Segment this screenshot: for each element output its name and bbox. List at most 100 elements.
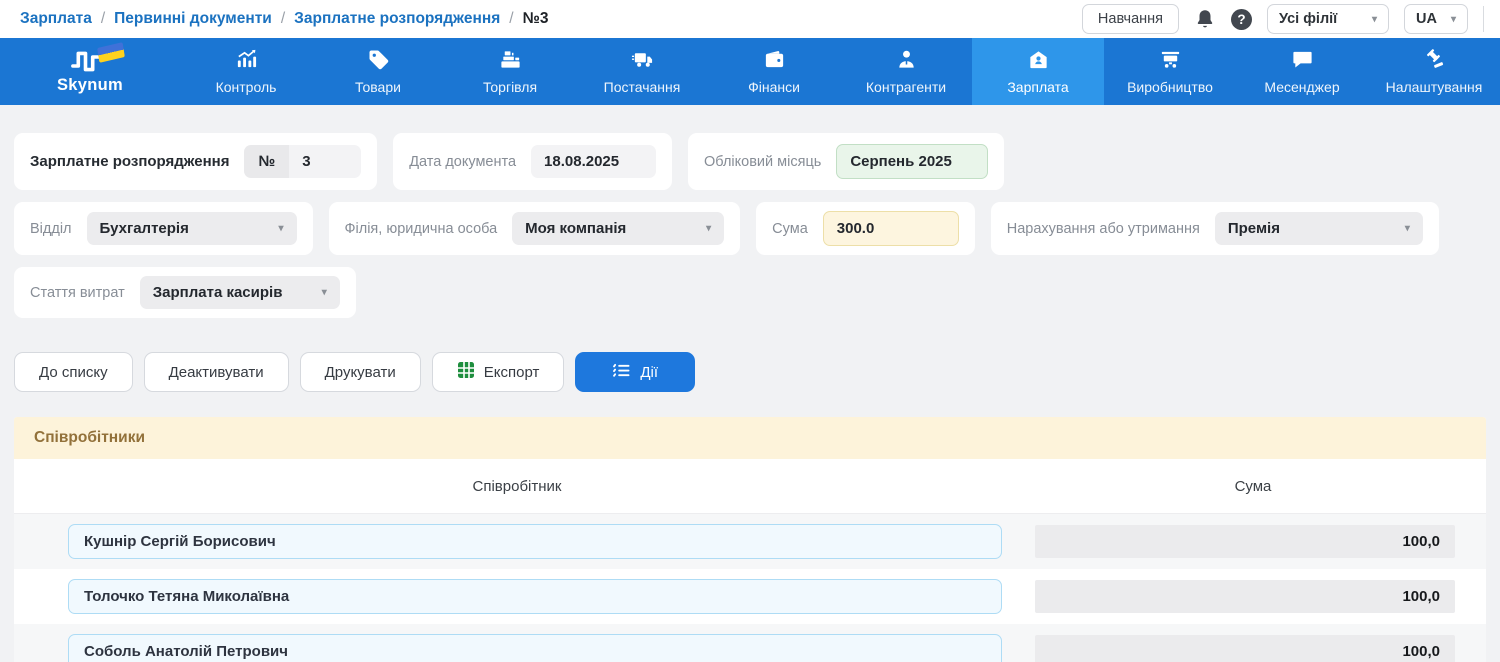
- column-header-sum: Сума: [1020, 478, 1486, 495]
- department-value: Бухгалтерія: [100, 220, 189, 237]
- print-button[interactable]: Друкувати: [300, 352, 421, 392]
- nav-item-production[interactable]: Виробництво: [1104, 38, 1236, 105]
- cash-register-icon: [499, 48, 522, 74]
- nav-item-label: Контрагенти: [866, 79, 946, 95]
- employees-table-header: Співробітник Сума: [14, 459, 1486, 514]
- employee-name-input[interactable]: Кушнір Сергій Борисович: [68, 524, 1002, 559]
- nav-item-contractors[interactable]: Контрагенти: [840, 38, 972, 105]
- chevron-down-icon: ▾: [1451, 14, 1456, 25]
- accrual-value: Премія: [1228, 220, 1280, 237]
- breadcrumb-separator: /: [101, 10, 105, 28]
- person-icon: [895, 48, 918, 74]
- deactivate-button[interactable]: Деактивувати: [144, 352, 289, 392]
- document-date-card: Дата документа 18.08.2025: [393, 133, 672, 190]
- nav-item-finance[interactable]: Фінанси: [708, 38, 840, 105]
- accrual-select[interactable]: Премія ▾: [1215, 212, 1423, 245]
- expense-item-select[interactable]: Зарплата касирів ▾: [140, 276, 340, 309]
- accrual-label: Нарахування або утримання: [1007, 221, 1200, 237]
- sum-label: Сума: [772, 221, 808, 237]
- form-row-1: Зарплатне розпорядження № 3 Дата докумен…: [14, 133, 1486, 190]
- form-row-2: Відділ Бухгалтерія ▾ Філія, юридична осо…: [14, 202, 1486, 255]
- document-number-card: Зарплатне розпорядження № 3: [14, 133, 377, 190]
- column-header-employee: Співробітник: [14, 478, 1020, 495]
- document-number-group: № 3: [244, 145, 361, 178]
- document-date-label: Дата документа: [409, 154, 516, 170]
- back-to-list-button[interactable]: До списку: [14, 352, 133, 392]
- accounting-month-label: Обліковий місяць: [704, 154, 821, 170]
- actions-row: До списку Деактивувати Друкувати Експорт…: [14, 352, 1486, 392]
- nav-item-label: Зарплата: [1007, 79, 1068, 95]
- table-row: Соболь Анатолій Петрович 100,0: [14, 624, 1486, 662]
- chart-icon: [235, 48, 258, 74]
- branch-filter-select[interactable]: Усі філії ▾: [1267, 4, 1389, 34]
- skynum-logo[interactable]: Skynum: [0, 38, 180, 105]
- department-card: Відділ Бухгалтерія ▾: [14, 202, 313, 255]
- actions-button-label: Дії: [640, 364, 658, 381]
- salary-envelope-icon: [1027, 48, 1050, 74]
- breadcrumb-current: №3: [523, 10, 549, 28]
- department-select[interactable]: Бухгалтерія ▾: [87, 212, 297, 245]
- nav-item-trade[interactable]: Торгівля: [444, 38, 576, 105]
- breadcrumb-link-primary-documents[interactable]: Первинні документи: [114, 10, 272, 28]
- nav-item-label: Налаштування: [1386, 79, 1483, 95]
- nav-item-settings[interactable]: Налаштування: [1368, 38, 1500, 105]
- branch-value: Моя компанія: [525, 220, 626, 237]
- table-row: Кушнір Сергій Борисович 100,0: [14, 514, 1486, 569]
- breadcrumb: Зарплата / Первинні документи / Зарплатн…: [20, 10, 548, 28]
- training-button[interactable]: Навчання: [1082, 4, 1179, 34]
- sum-input[interactable]: 300.0: [823, 211, 959, 246]
- accounting-month-card: Обліковий місяць Серпень 2025: [688, 133, 1004, 190]
- topbar: Зарплата / Первинні документи / Зарплатн…: [0, 0, 1500, 38]
- branch-label: Філія, юридична особа: [345, 221, 498, 237]
- topbar-right: Навчання ? Усі філії ▾ UA ▾: [1082, 4, 1484, 34]
- document-number-input[interactable]: 3: [289, 145, 361, 178]
- employees-section: Співробітники Співробітник Сума Кушнір С…: [14, 417, 1486, 662]
- help-icon[interactable]: ?: [1231, 9, 1252, 30]
- export-button-label: Експорт: [484, 364, 540, 381]
- chevron-down-icon: ▾: [322, 287, 327, 298]
- nav-item-messenger[interactable]: Месенджер: [1236, 38, 1368, 105]
- tools-icon: [1423, 48, 1446, 74]
- employee-amount-input[interactable]: 100,0: [1035, 525, 1455, 558]
- nav-item-salary[interactable]: Зарплата: [972, 38, 1104, 105]
- wallet-icon: [763, 48, 786, 74]
- nav-item-label: Торгівля: [483, 79, 537, 95]
- breadcrumb-separator: /: [509, 10, 513, 28]
- breadcrumb-link-salary[interactable]: Зарплата: [20, 10, 92, 28]
- branch-select[interactable]: Моя компанія ▾: [512, 212, 724, 245]
- branch-filter-value: Усі філії: [1279, 11, 1337, 27]
- document-date-input[interactable]: 18.08.2025: [531, 145, 656, 178]
- expense-item-label: Стаття витрат: [30, 285, 125, 301]
- number-prefix-label: №: [244, 145, 289, 178]
- breadcrumb-link-salary-order[interactable]: Зарплатне розпорядження: [294, 10, 500, 28]
- employee-amount-input[interactable]: 100,0: [1035, 580, 1455, 613]
- ukraine-flag-icon: [97, 42, 125, 63]
- chevron-down-icon: ▾: [706, 223, 711, 234]
- document-title-label: Зарплатне розпорядження: [30, 153, 229, 170]
- chat-icon: [1291, 48, 1314, 74]
- notifications-bell-icon[interactable]: [1194, 8, 1216, 30]
- table-row: Толочко Тетяна Миколаївна 100,0: [14, 569, 1486, 624]
- nav-item-supply[interactable]: Постачання: [576, 38, 708, 105]
- actions-button[interactable]: Дії: [575, 352, 695, 392]
- branch-card: Філія, юридична особа Моя компанія ▾: [329, 202, 741, 255]
- chevron-down-icon: ▾: [278, 223, 283, 234]
- nav-item-goods[interactable]: Товари: [312, 38, 444, 105]
- language-value: UA: [1416, 11, 1437, 27]
- employee-amount-input[interactable]: 100,0: [1035, 635, 1455, 662]
- accounting-month-input[interactable]: Серпень 2025: [836, 144, 988, 179]
- nav-item-label: Месенджер: [1264, 79, 1339, 95]
- department-label: Відділ: [30, 221, 72, 237]
- breadcrumb-separator: /: [281, 10, 285, 28]
- nav-item-control[interactable]: Контроль: [180, 38, 312, 105]
- employees-section-title: Співробітники: [14, 417, 1486, 459]
- nav-item-label: Фінанси: [748, 79, 800, 95]
- language-select[interactable]: UA ▾: [1404, 4, 1468, 34]
- nav-item-label: Товари: [355, 79, 401, 95]
- nav-item-label: Контроль: [216, 79, 277, 95]
- nav-item-label: Постачання: [604, 79, 681, 95]
- employee-name-input[interactable]: Соболь Анатолій Петрович: [68, 634, 1002, 662]
- export-button[interactable]: Експорт: [432, 352, 565, 392]
- employee-name-input[interactable]: Толочко Тетяна Миколаївна: [68, 579, 1002, 614]
- nav-item-label: Виробництво: [1127, 79, 1213, 95]
